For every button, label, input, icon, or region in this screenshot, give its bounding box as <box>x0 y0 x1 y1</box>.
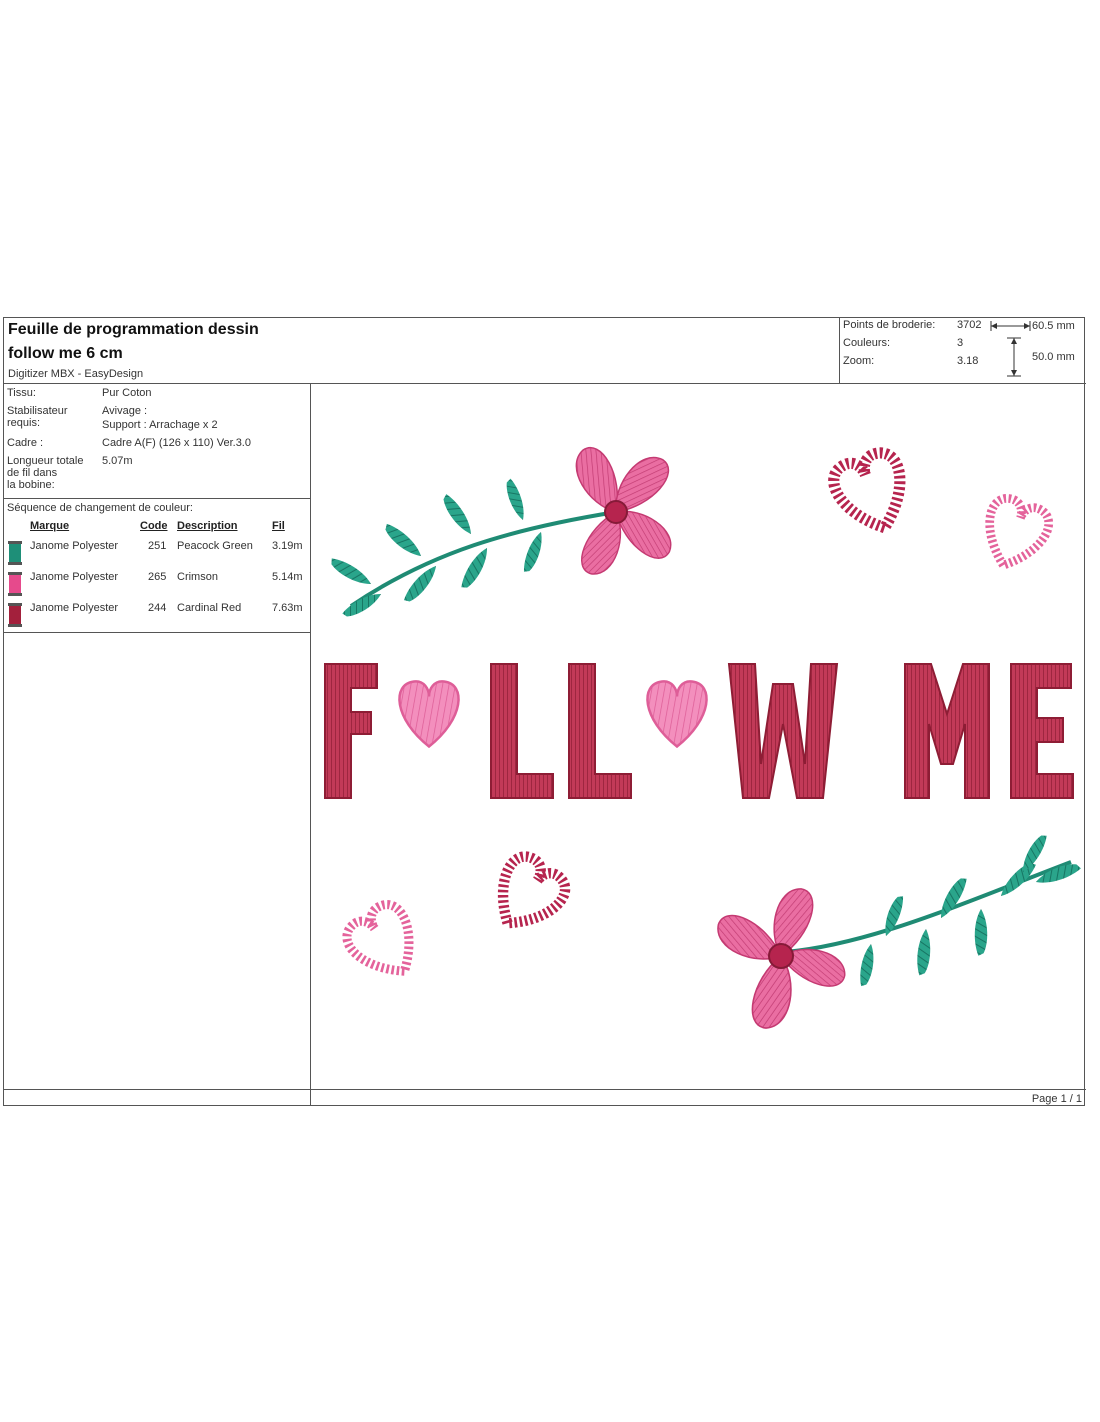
thread-description: Crimson <box>177 571 218 583</box>
color-row: Janome Polyester 244 Cardinal Red 7.63m <box>4 600 310 627</box>
info-panel: Tissu: Pur Coton Stabilisateur requis: A… <box>4 384 311 1106</box>
thread-brand: Janome Polyester <box>30 540 119 552</box>
sheet-title: Feuille de programmation dessin <box>8 321 259 338</box>
column-length: Fil <box>272 520 285 532</box>
stitches-value: 3702 <box>957 319 982 331</box>
embroidery-preview <box>324 441 1083 1034</box>
hoop-label: Cadre : <box>7 437 44 449</box>
header-title-block: Feuille de programmation dessin follow m… <box>4 318 840 384</box>
color-row: Janome Polyester 265 Crimson 5.14m <box>4 569 310 596</box>
stitches-label: Points de broderie: <box>843 319 936 331</box>
stabilizer-label-cont: requis: <box>7 417 41 429</box>
dimension-arrows-icon <box>990 321 1031 377</box>
thread-code: 244 <box>148 602 167 614</box>
thread-spool-icon <box>8 541 22 565</box>
top-right-hearts <box>829 448 1054 575</box>
stabilizer-label: Stabilisateur <box>7 405 68 417</box>
software-name: Digitizer MBX - EasyDesign <box>8 368 144 380</box>
thread-description: Peacock Green <box>177 540 253 552</box>
stabilizer-support: Support : Arrachage x 2 <box>102 419 218 431</box>
thread-code: 265 <box>148 571 167 583</box>
top-flower <box>567 441 680 582</box>
bottom-left-hearts <box>340 850 571 989</box>
thread-code: 251 <box>148 540 167 552</box>
follow-me-lettering <box>324 663 1074 799</box>
top-left-branch <box>327 477 617 621</box>
spool-color <box>9 575 21 593</box>
hoop-value: Cadre A(F) (126 x 110) Ver.3.0 <box>102 437 251 449</box>
thread-description: Cardinal Red <box>177 602 242 614</box>
bottom-flower <box>709 882 851 1034</box>
thread-brand: Janome Polyester <box>30 602 119 614</box>
column-code: Code <box>140 520 168 532</box>
design-height: 50.0 mm <box>1032 351 1075 363</box>
thread-length: 7.63m <box>272 602 303 614</box>
divider <box>4 498 310 499</box>
column-description: Description <box>177 520 238 532</box>
color-sequence-title: Séquence de changement de couleur: <box>7 502 193 514</box>
design-width: 60.5 mm <box>1032 320 1075 332</box>
column-brand: Marque <box>30 520 70 532</box>
spool-color <box>9 544 21 562</box>
thread-length: 3.19m <box>272 540 303 552</box>
colors-label: Couleurs: <box>843 337 891 349</box>
colors-value: 3 <box>957 337 964 349</box>
fabric-value: Pur Coton <box>102 387 152 399</box>
zoom-label: Zoom: <box>843 355 875 367</box>
zoom-value: 3.18 <box>957 355 979 367</box>
stabilizer-value: Avivage : <box>102 405 148 417</box>
thread-brand: Janome Polyester <box>30 571 119 583</box>
footer: Page 1 / 1 <box>4 1089 1086 1107</box>
thread-length: 5.14m <box>272 571 303 583</box>
page-indicator: Page 1 / 1 <box>1031 1093 1082 1105</box>
thread-spool-icon <box>8 603 22 627</box>
thread-length-label: Longueur totale <box>7 455 84 467</box>
programming-sheet: Feuille de programmation dessin follow m… <box>3 317 1086 1107</box>
thread-length-label-2: de fil dans <box>7 467 58 479</box>
fabric-label: Tissu: <box>7 387 36 399</box>
color-row: Janome Polyester 251 Peacock Green 3.19m <box>4 538 310 565</box>
thread-spool-icon <box>8 572 22 596</box>
thread-length-value: 5.07m <box>102 455 133 467</box>
design-stats: Points de broderie: 3702 Couleurs: 3 Zoo… <box>840 318 1086 384</box>
design-name: follow me 6 cm <box>8 345 123 362</box>
spool-color <box>9 606 21 624</box>
thread-length-label-3: la bobine: <box>7 479 55 491</box>
divider <box>4 632 310 633</box>
